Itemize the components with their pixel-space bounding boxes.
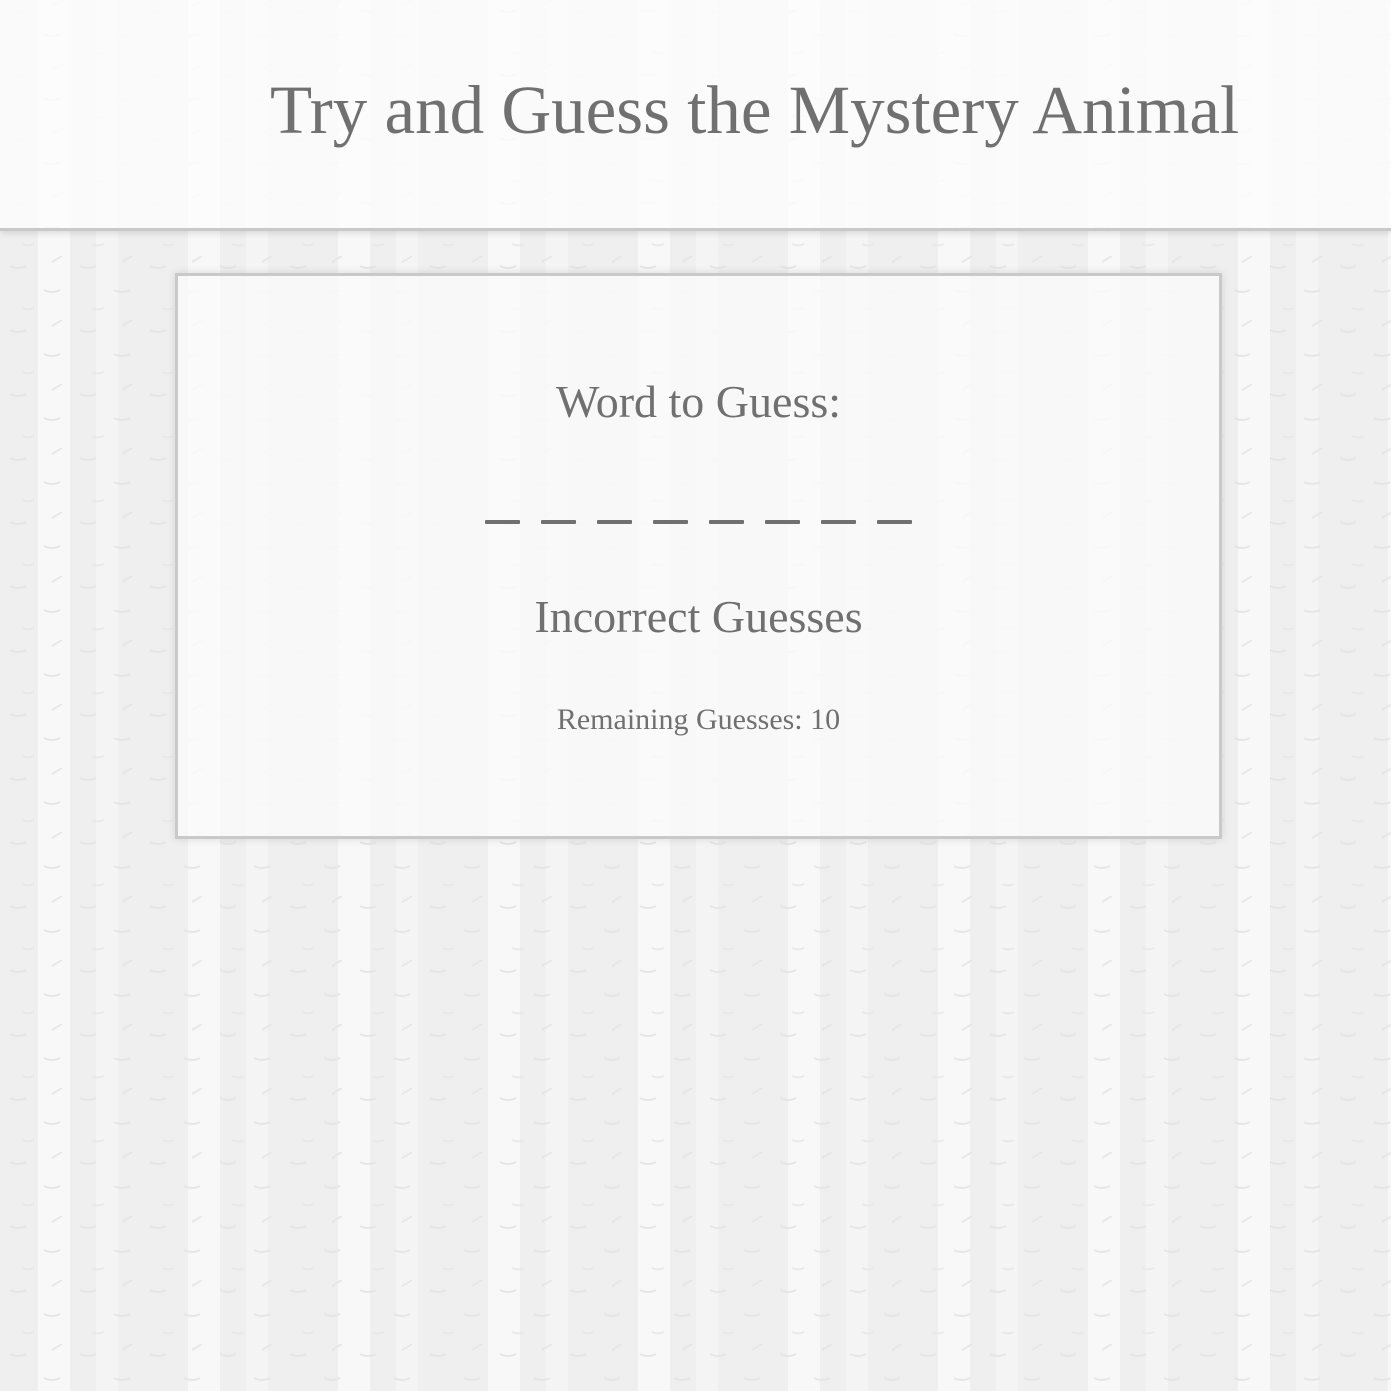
letter-blank (821, 520, 856, 524)
letter-blank (877, 520, 912, 524)
letter-blank (653, 520, 688, 524)
letter-blank (765, 520, 800, 524)
incorrect-guesses-label: Incorrect Guesses (534, 591, 863, 642)
word-to-guess-label: Word to Guess: (555, 376, 842, 427)
remaining-guesses-counter: Remaining Guesses: 10 (556, 703, 841, 736)
game-panel: Word to Guess: Incorrect Guesses Remaini… (175, 273, 1222, 839)
letter-blank (709, 520, 744, 524)
letter-blank (541, 520, 576, 524)
letter-blanks (178, 516, 1219, 528)
letter-blank (597, 520, 632, 524)
page-header: Try and Guess the Mystery Animal (0, 0, 1391, 231)
letter-blank (485, 520, 520, 524)
page-title: Try and Guess the Mystery Animal (270, 72, 1240, 148)
